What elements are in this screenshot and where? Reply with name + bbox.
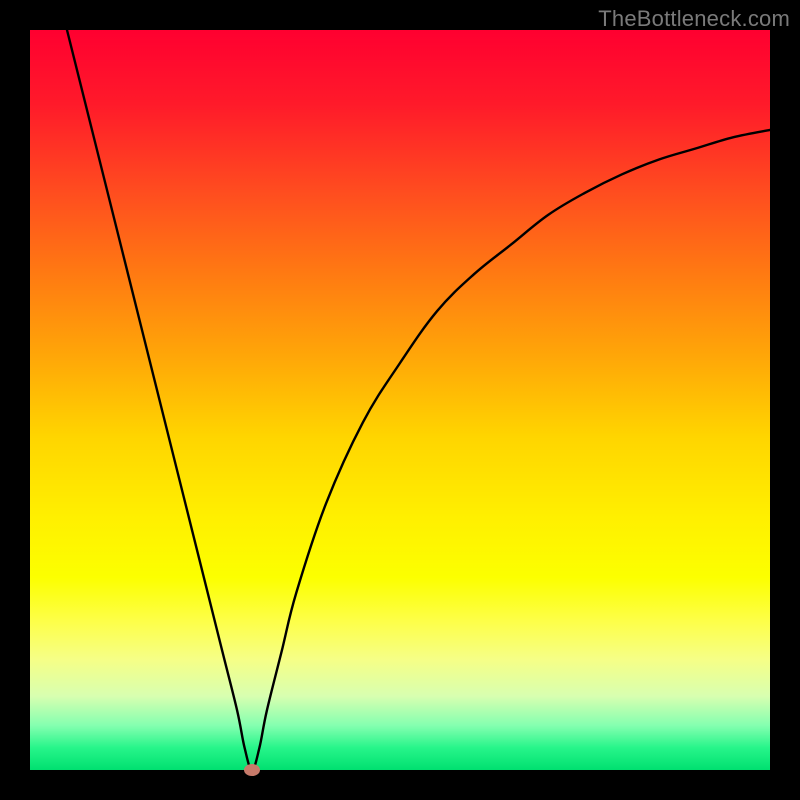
watermark-text: TheBottleneck.com <box>598 6 790 32</box>
optimum-marker <box>244 764 260 776</box>
chart-stage: TheBottleneck.com <box>0 0 800 800</box>
bottleneck-curve <box>67 30 770 770</box>
curve-svg <box>30 30 770 770</box>
plot-area <box>30 30 770 770</box>
